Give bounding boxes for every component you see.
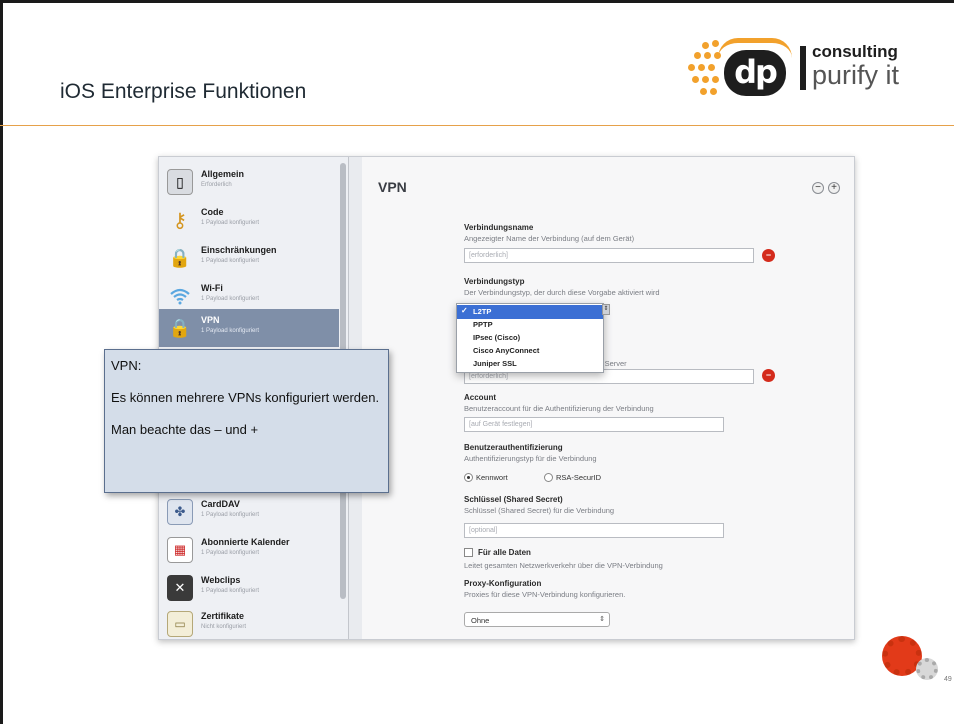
dropdown-option-label: PPTP — [473, 320, 493, 329]
dropdown-option-juniper[interactable]: Juniper SSL — [457, 357, 603, 371]
vpn-settings-panel: VPN − + Verbindungsname Angezeigter Name… — [362, 157, 854, 639]
sidebar-item-title: Code — [201, 207, 224, 217]
gear-gray-icon — [916, 658, 938, 680]
select-arrows-icon: ⇕ — [599, 616, 605, 623]
shared-secret-desc: Schlüssel (Shared Secret) für die Verbin… — [464, 506, 615, 515]
gears-mascot-icon — [876, 632, 946, 702]
callout-body: Es können mehrere VPNs konfiguriert werd… — [111, 390, 380, 405]
all-data-desc: Leitet gesamten Netzwerkverkehr über die… — [464, 561, 663, 570]
sidebar-item-title: CardDAV — [201, 499, 240, 509]
user-auth-label: Benutzerauthentifizierung — [464, 443, 563, 452]
dropdown-option-label: Cisco AnyConnect — [473, 346, 540, 355]
server-desc: r Server — [600, 359, 627, 368]
contacts-icon: ✤ — [167, 499, 193, 525]
proxy-label: Proxy-Konfiguration — [464, 579, 542, 588]
all-data-label: Für alle Daten — [478, 548, 531, 557]
sidebar-item-subtitle: 1 Payload konfiguriert — [201, 588, 260, 594]
securid-radio[interactable] — [544, 473, 553, 482]
dropdown-option-ipsec[interactable]: IPsec (Cisco) — [457, 331, 603, 345]
sidebar-item-title: Zertifikate — [201, 611, 245, 621]
vpn-callout: VPN: Es können mehrere VPNs konfiguriert… — [104, 349, 389, 493]
settings-switch-icon: ▯ — [167, 169, 193, 195]
dropdown-option-label: Juniper SSL — [473, 359, 517, 368]
proxy-desc: Proxies für diese VPN-Verbindung konfigu… — [464, 590, 626, 599]
account-field[interactable]: [auf Gerät festlegen] — [464, 417, 724, 432]
dropdown-option-pptp[interactable]: PPTP — [457, 318, 603, 332]
connection-name-field[interactable]: [erforderlich] — [464, 248, 754, 263]
slide-title: iOS Enterprise Funktionen — [60, 80, 307, 103]
sidebar-item-webclips[interactable]: ✕ Webclips 1 Payload konfiguriert — [159, 569, 339, 607]
sidebar-item-subtitle: 1 Payload konfiguriert — [201, 550, 260, 556]
sidebar-item-subtitle: 1 Payload konfiguriert — [201, 512, 260, 518]
sidebar-item-subtitle: 1 Payload konfiguriert — [201, 220, 260, 226]
logo-text-purify: purify it — [812, 60, 900, 90]
sidebar-item-zertifikate[interactable]: ▭ Zertifikate Nicht konfiguriert — [159, 605, 339, 639]
page-number: 49 — [944, 676, 952, 683]
dropdown-option-l2tp[interactable]: ✓ L2TP — [457, 305, 603, 319]
calendar-icon: ▦ — [167, 537, 193, 563]
slide-left-border — [0, 0, 3, 724]
securid-radio-label: RSA-SecurID — [556, 473, 602, 482]
dropdown-option-label: L2TP — [473, 307, 492, 316]
connection-type-dropdown[interactable]: ✓ L2TP PPTP IPsec (Cisco) Cisco AnyConne… — [456, 303, 604, 373]
logo-text-consulting: consulting — [812, 42, 898, 61]
account-desc: Benutzeraccount für die Authentifizierun… — [464, 404, 654, 413]
sidebar-item-einschraenkungen[interactable]: 🔒 Einschränkungen 1 Payload konfiguriert — [159, 239, 339, 277]
certificate-icon: ▭ — [167, 611, 193, 637]
connection-type-label: Verbindungstyp — [464, 277, 525, 286]
required-warning-icon: − — [762, 369, 775, 382]
sidebar-item-code[interactable]: ⚷ Code 1 Payload konfiguriert — [159, 201, 339, 239]
checkmark-icon: ✓ — [461, 306, 468, 315]
key-icon: ⚷ — [172, 209, 188, 232]
panel-heading: VPN — [378, 179, 407, 195]
proxy-select-value: Ohne — [471, 616, 490, 625]
sidebar-item-allgemein[interactable]: ▯ Allgemein Erforderlich — [159, 163, 339, 201]
logo-mark: dp — [724, 50, 786, 96]
slide-top-border — [0, 0, 954, 3]
title-divider — [0, 125, 954, 126]
callout-note: Man beachte das – und + — [111, 422, 259, 437]
wifi-icon — [167, 283, 193, 309]
kennwort-radio[interactable] — [464, 473, 473, 482]
shared-secret-field[interactable]: [optional] — [464, 523, 724, 538]
sidebar-item-subtitle: 1 Payload konfiguriert — [201, 328, 260, 334]
user-auth-desc: Authentifizierungstyp für die Verbindung — [464, 454, 597, 463]
company-logo: dp consulting purify it — [688, 36, 938, 106]
slide: iOS Enterprise Funktionen dp consulting … — [0, 0, 954, 724]
sidebar-item-title: VPN — [201, 315, 220, 325]
sidebar-item-title: Wi-Fi — [201, 283, 223, 293]
lock-icon: 🔒 — [168, 247, 192, 268]
all-data-checkbox[interactable] — [464, 548, 473, 557]
logo-divider — [800, 46, 806, 90]
callout-title: VPN: — [111, 358, 142, 373]
webclip-icon: ✕ — [167, 575, 193, 601]
sidebar-item-subtitle: 1 Payload konfiguriert — [201, 296, 260, 302]
add-payload-button[interactable]: + — [828, 182, 840, 194]
sidebar-item-title: Einschränkungen — [201, 245, 277, 255]
vpn-lock-icon: 🔒 — [168, 317, 192, 338]
shared-secret-label: Schlüssel (Shared Secret) — [464, 495, 563, 504]
sidebar-item-subtitle: Nicht konfiguriert — [201, 624, 247, 630]
connection-name-desc: Angezeigter Name der Verbindung (auf dem… — [464, 234, 635, 243]
sidebar-item-subtitle: 1 Payload konfiguriert — [201, 258, 260, 264]
sidebar-item-title: Allgemein — [201, 169, 245, 179]
account-label: Account — [464, 393, 496, 402]
dropdown-arrows-icon: ⇕ — [602, 304, 610, 315]
sidebar-item-title: Abonnierte Kalender — [201, 537, 290, 547]
sidebar-item-abonnierte-kalender[interactable]: ▦ Abonnierte Kalender 1 Payload konfigur… — [159, 531, 339, 569]
connection-type-desc: Der Verbindungstyp, der durch diese Vorg… — [464, 288, 660, 297]
required-warning-icon: − — [762, 249, 775, 262]
sidebar-item-title: Webclips — [201, 575, 241, 585]
proxy-select[interactable]: Ohne ⇕ — [464, 612, 610, 627]
connection-name-label: Verbindungsname — [464, 223, 534, 232]
sidebar-item-carddav[interactable]: ✤ CardDAV 1 Payload konfiguriert — [159, 493, 339, 531]
dropdown-option-label: IPsec (Cisco) — [473, 333, 521, 342]
dropdown-option-anyconnect[interactable]: Cisco AnyConnect — [457, 344, 603, 358]
remove-payload-button[interactable]: − — [812, 182, 824, 194]
kennwort-radio-label: Kennwort — [476, 473, 508, 482]
sidebar-item-vpn[interactable]: 🔒 VPN 1 Payload konfiguriert — [159, 309, 339, 347]
sidebar-item-subtitle: Erforderlich — [201, 182, 232, 188]
